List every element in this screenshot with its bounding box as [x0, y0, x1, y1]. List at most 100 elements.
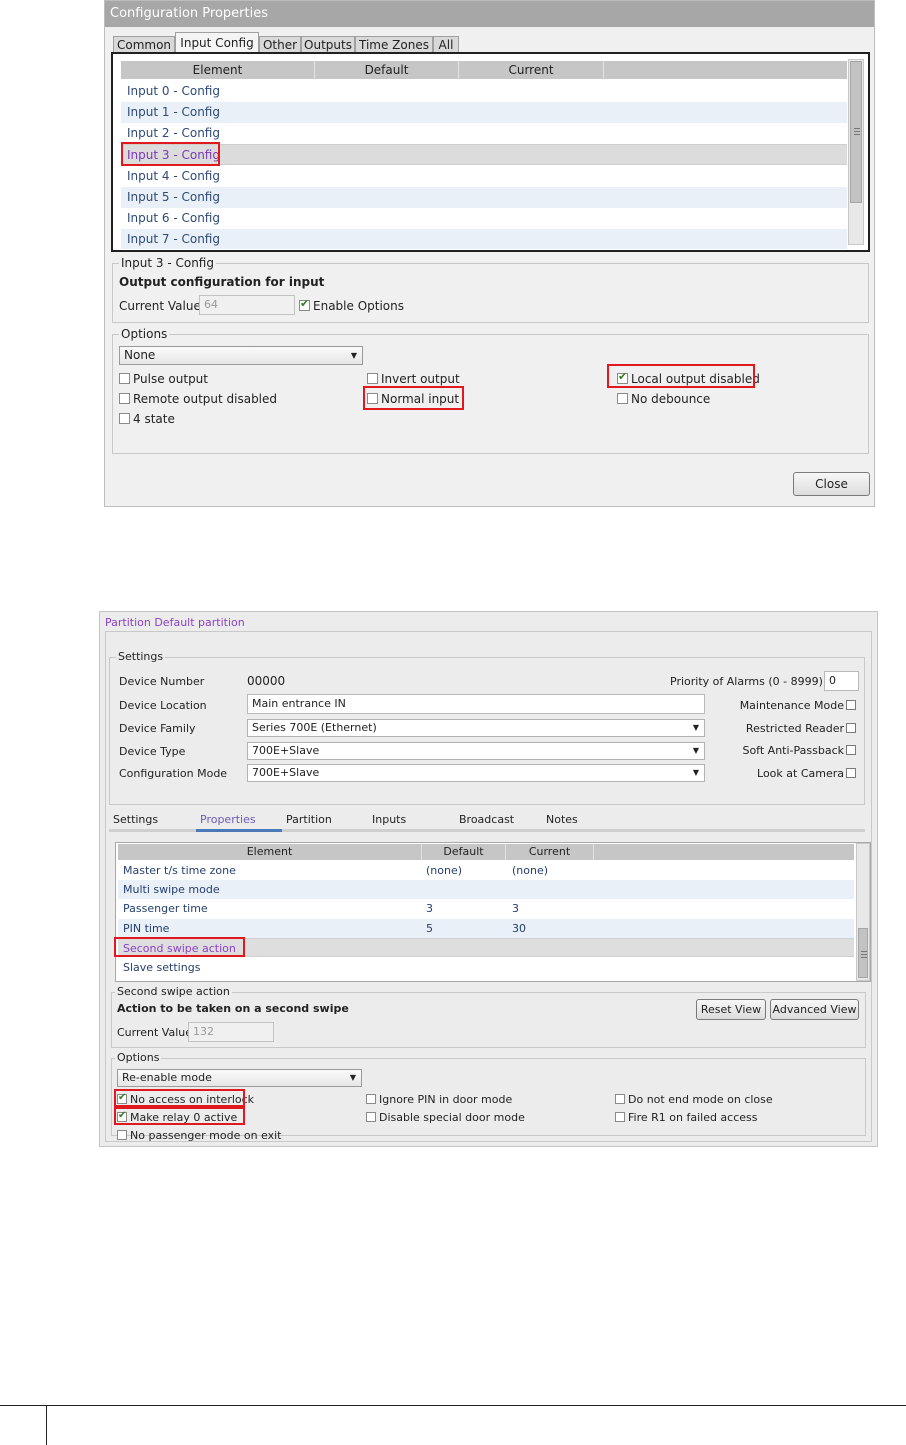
remote-output-disabled-checkbox[interactable]: Remote output disabled — [119, 392, 277, 406]
scrollbar-thumb[interactable] — [858, 928, 868, 978]
swipe-detail-group: Second swipe action Action to be taken o… — [111, 984, 866, 1048]
current-value-field[interactable]: 132 — [188, 1022, 274, 1042]
group-legend: Options — [119, 326, 170, 342]
checkbox-box — [119, 413, 130, 424]
current-value-label: Current Value — [119, 299, 201, 313]
checkbox-box — [366, 1112, 376, 1122]
maintenance-mode-label: Maintenance Mode — [739, 699, 844, 712]
no-passenger-mode-on-exit-checkbox[interactable]: No passenger mode on exit — [117, 1129, 282, 1142]
settings-group: Settings Device Number 00000 Device Loca… — [109, 649, 865, 805]
invert-output-checkbox[interactable]: Invert output — [367, 372, 460, 386]
current-value-field[interactable]: 64 — [199, 295, 295, 315]
checkbox-box — [119, 373, 130, 384]
highlight-make-relay-0-active — [114, 1107, 245, 1125]
chevron-down-icon: ▼ — [350, 351, 357, 360]
options-combo[interactable]: Re-enable mode ▼ — [117, 1069, 362, 1087]
device-properties-panel: Partition Default partition Settings Dev… — [99, 611, 878, 1147]
current-value-label: Current Value — [117, 1026, 193, 1039]
checkbox-box — [617, 393, 628, 404]
tab-broadcast[interactable]: Broadcast — [459, 813, 514, 826]
device-family-select[interactable]: Series 700E (Ethernet) ▼ — [247, 719, 705, 737]
fire-r1-on-failed-access-checkbox[interactable]: Fire R1 on failed access — [615, 1111, 758, 1124]
column-header-element[interactable]: Element — [118, 844, 422, 860]
checkbox-box — [367, 373, 378, 384]
grid-row[interactable]: Passenger time 3 3 — [118, 899, 854, 918]
device-number-value: 00000 — [247, 674, 286, 688]
grid-row[interactable]: Multi swipe mode — [118, 880, 854, 899]
grid-row[interactable]: Input 2 - Config — [121, 123, 847, 144]
grid-header: Element Default Current — [118, 844, 854, 860]
detail-description: Action to be taken on a second swipe — [117, 1002, 349, 1015]
checkbox-box — [117, 1130, 127, 1140]
column-header-current[interactable]: Current — [506, 844, 594, 860]
grid-row[interactable]: Input 0 - Config — [121, 81, 847, 102]
highlight-selected-row — [121, 142, 220, 166]
four-state-checkbox[interactable]: 4 state — [119, 412, 175, 426]
soft-anti-passback-checkbox[interactable] — [846, 745, 856, 755]
highlight-local-output-disabled — [607, 364, 755, 388]
close-button[interactable]: Close — [793, 472, 870, 496]
options-group: Options None ▼ Pulse output Invert output… — [112, 326, 869, 454]
disable-special-door-mode-checkbox[interactable]: Disable special door mode — [366, 1111, 525, 1124]
priority-of-alarms-input[interactable]: 0 — [824, 671, 859, 691]
options-group: Options Re-enable mode ▼ ✔ No access on in… — [111, 1050, 866, 1142]
chevron-down-icon: ▼ — [692, 768, 699, 777]
device-location-label: Device Location — [119, 699, 207, 712]
device-type-label: Device Type — [119, 745, 186, 758]
no-debounce-checkbox[interactable]: No debounce — [617, 392, 710, 406]
grid-row[interactable]: Slave settings — [118, 958, 854, 977]
configuration-properties-dialog: Configuration Properties Common Input Co… — [104, 0, 875, 507]
ignore-pin-in-door-mode-checkbox[interactable]: Ignore PIN in door mode — [366, 1093, 512, 1106]
device-type-select[interactable]: 700E+Slave ▼ — [247, 742, 705, 760]
breadcrumb[interactable]: Partition Default partition — [105, 616, 245, 629]
group-legend: Input 3 - Config — [119, 255, 216, 271]
checkbox-box — [615, 1112, 625, 1122]
grid-row[interactable]: Input 4 - Config — [121, 166, 847, 187]
look-at-camera-checkbox[interactable] — [846, 768, 856, 778]
grid-row[interactable]: Input 6 - Config — [121, 208, 847, 229]
grid-row[interactable]: Master t/s time zone (none) (none) — [118, 861, 854, 880]
highlight-normal-input — [363, 386, 464, 410]
restricted-reader-checkbox[interactable] — [846, 723, 856, 733]
highlight-no-access-on-interlock — [114, 1089, 245, 1107]
tab-properties[interactable]: Properties — [200, 813, 256, 826]
tab-input-config[interactable]: Input Config — [175, 32, 259, 54]
active-tab-indicator — [196, 829, 282, 832]
options-combo[interactable]: None ▼ — [119, 346, 363, 365]
enable-options-checkbox[interactable]: ✔ Enable Options — [299, 297, 404, 313]
column-header-element[interactable]: Element — [121, 61, 315, 79]
column-header-default[interactable]: Default — [422, 844, 506, 860]
column-header-current[interactable]: Current — [459, 61, 604, 79]
grid-scrollbar[interactable] — [848, 59, 864, 245]
device-location-input[interactable]: Main entrance IN — [247, 694, 705, 714]
advanced-view-button[interactable]: Advanced View — [770, 999, 859, 1020]
pulse-output-checkbox[interactable]: Pulse output — [119, 372, 208, 386]
grid-scrollbar[interactable] — [856, 843, 870, 981]
tab-settings[interactable]: Settings — [113, 813, 158, 826]
checkbox-box — [119, 393, 130, 404]
reset-view-button[interactable]: Reset View — [696, 999, 766, 1020]
device-panel-body: Settings Device Number 00000 Device Loca… — [105, 631, 872, 1142]
tab-notes[interactable]: Notes — [546, 813, 578, 826]
scrollbar-thumb[interactable] — [850, 61, 862, 203]
group-legend: Second swipe action — [115, 984, 232, 1000]
configuration-mode-select[interactable]: 700E+Slave ▼ — [247, 764, 705, 782]
group-legend: Options — [115, 1050, 162, 1066]
restricted-reader-label: Restricted Reader — [745, 722, 844, 735]
highlight-selected-row — [114, 937, 245, 957]
grid-row[interactable]: Input 1 - Config — [121, 102, 847, 123]
tab-inputs[interactable]: Inputs — [372, 813, 406, 826]
do-not-end-mode-on-close-checkbox[interactable]: Do not end mode on close — [615, 1093, 773, 1106]
detail-description: Output configuration for input — [119, 275, 325, 289]
maintenance-mode-checkbox[interactable] — [846, 700, 856, 710]
dialog-title: Configuration Properties — [105, 1, 874, 27]
grid-row[interactable]: Input 7 - Config — [121, 229, 847, 249]
chevron-down-icon: ▼ — [692, 723, 699, 732]
tab-partition[interactable]: Partition — [286, 813, 332, 826]
footer-divider — [0, 1405, 906, 1406]
grid-row[interactable]: PIN time 5 30 — [118, 919, 854, 938]
column-header-default[interactable]: Default — [315, 61, 459, 79]
grid-row[interactable]: Input 5 - Config — [121, 187, 847, 208]
input-detail-group: Input 3 - Config Output configuration fo… — [112, 255, 869, 323]
grid-row-selected[interactable]: Input 3 - Config — [121, 144, 847, 165]
